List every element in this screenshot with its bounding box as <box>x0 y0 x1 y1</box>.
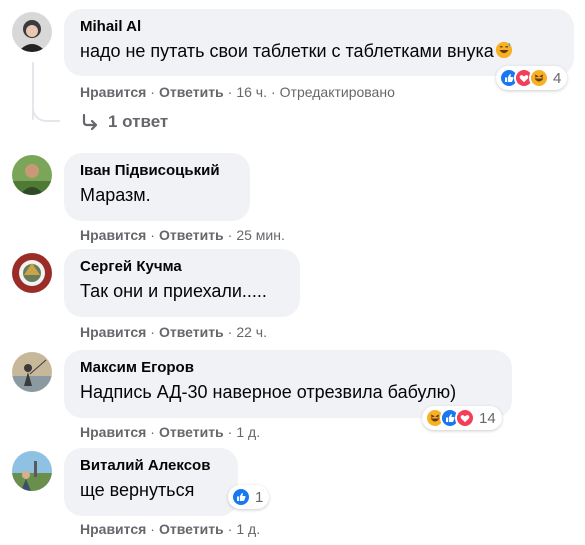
comment-author[interactable]: Сергей Кучма <box>80 257 284 277</box>
reaction-count: 14 <box>479 409 496 427</box>
comment-text: ще вернуться <box>80 480 195 500</box>
reaction-count: 4 <box>553 69 562 87</box>
comment-author[interactable]: Іван Підвисоцький <box>80 161 234 181</box>
view-replies-button[interactable]: 1 ответ <box>80 112 168 132</box>
reply-button[interactable]: Ответить <box>159 227 224 243</box>
like-button[interactable]: Нравится <box>80 424 146 440</box>
like-button[interactable]: Нравится <box>80 227 146 243</box>
like-button[interactable]: Нравится <box>80 84 146 100</box>
comment-bubble: Іван Підвисоцький Маразм. <box>64 153 250 221</box>
avatar-photo-icon <box>12 451 52 491</box>
avatar-photo-icon <box>12 155 52 195</box>
comment-timestamp[interactable]: 22 ч. <box>236 324 267 340</box>
comment-actions: Нравится · Ответить · 22 ч. <box>80 324 267 340</box>
comment-text: Так они и приехали..... <box>80 281 267 301</box>
comment-text: надо не путать свои таблетки с таблеткам… <box>80 39 558 63</box>
comment-timestamp[interactable]: 1 д. <box>236 521 260 537</box>
reply-button[interactable]: Ответить <box>159 424 224 440</box>
comment-actions: Нравится · Ответить · 1 д. <box>80 521 261 537</box>
like-reaction-icon <box>231 487 251 507</box>
avatar[interactable] <box>12 155 52 195</box>
avatar[interactable] <box>12 451 52 491</box>
comment-author[interactable]: Максим Егоров <box>80 358 496 378</box>
reaction-summary[interactable]: 14 <box>422 406 502 430</box>
reaction-summary[interactable]: 4 <box>496 66 568 90</box>
reply-button[interactable]: Ответить <box>159 84 224 100</box>
like-button[interactable]: Нравится <box>80 521 146 537</box>
thread-connector-curve <box>32 92 60 122</box>
comment-text-content: надо не путать свои таблетки с таблеткам… <box>80 41 494 61</box>
comment-bubble: Виталий Алексов ще вернуться <box>64 448 238 516</box>
comment-author[interactable]: Mihail Al <box>80 17 558 37</box>
comment-timestamp[interactable]: 25 мин. <box>236 227 285 243</box>
avatar[interactable] <box>12 12 52 52</box>
avatar[interactable] <box>12 253 52 293</box>
comment-actions: Нравится · Ответить · 1 д. <box>80 424 261 440</box>
reaction-count: 1 <box>255 488 264 506</box>
comment-text: Надпись АД-30 наверное отрезвила бабулю) <box>80 382 457 402</box>
comment-bubble: Сергей Кучма Так они и приехали..... <box>64 249 300 317</box>
comment-actions: Нравится · Ответить · 25 мин. <box>80 227 285 243</box>
comment-timestamp[interactable]: 16 ч. <box>236 84 267 100</box>
comment-timestamp[interactable]: 1 д. <box>236 424 260 440</box>
edited-label: Отредактировано <box>279 84 395 100</box>
reply-button[interactable]: Ответить <box>159 521 224 537</box>
avatar-photo-icon <box>12 253 52 293</box>
replies-count-label: 1 ответ <box>108 112 169 131</box>
avatar[interactable] <box>12 352 52 392</box>
love-reaction-icon <box>455 408 475 428</box>
comment-bubble: Mihail Al надо не путать свои таблетки с… <box>64 9 574 76</box>
avatar-photo-icon <box>12 12 52 52</box>
reply-arrow-icon <box>82 113 98 131</box>
comment-text: Маразм. <box>80 185 151 205</box>
haha-reaction-icon <box>529 68 549 88</box>
comment-actions: Нравится · Ответить · 16 ч. · Отредактировано <box>80 84 395 100</box>
grinning-sweat-emoji-icon <box>495 41 512 59</box>
reaction-summary[interactable]: 1 <box>228 485 270 509</box>
avatar-photo-icon <box>12 352 52 392</box>
like-button[interactable]: Нравится <box>80 324 146 340</box>
comment-author[interactable]: Виталий Алексов <box>80 456 222 476</box>
reply-button[interactable]: Ответить <box>159 324 224 340</box>
